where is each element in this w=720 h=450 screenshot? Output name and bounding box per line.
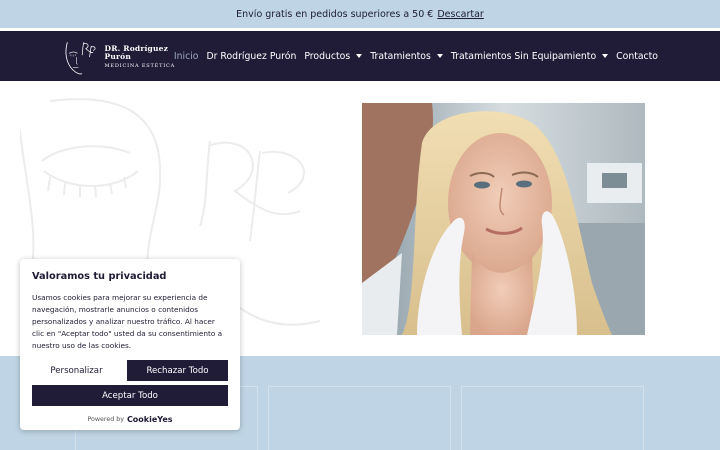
reject-all-button[interactable]: Rechazar Todo (127, 360, 228, 381)
nav-item-productos[interactable]: Productos (300, 51, 366, 62)
main-navigation: DR. Rodríguez Purón MEDICINA ESTÉTICA In… (0, 31, 720, 81)
nav-item-tratamientos-sin-equipamiento[interactable]: Tratamientos Sin Equipamiento (447, 51, 612, 62)
service-card (268, 386, 451, 450)
nav-item-label: Inicio (173, 50, 199, 62)
nav-item-inicio[interactable]: Inicio (170, 51, 203, 62)
face-logo-icon (65, 42, 96, 75)
announcement-bar: Envío gratis en pedidos superiores a 50 … (0, 0, 720, 28)
nav-menu: Inicio Dr Rodríguez Purón Productos Trat… (170, 31, 662, 81)
announcement-text: Envío gratis en pedidos superiores a 50 … (236, 8, 434, 20)
cookie-body: Usamos cookies para mejorar su experienc… (32, 293, 223, 350)
nav-item-label: Contacto (616, 50, 658, 62)
customize-button[interactable]: Personalizar (32, 360, 121, 381)
nav-item-label: Tratamientos (370, 50, 431, 62)
caret-down-icon (602, 54, 609, 58)
cookie-title: Valoramos tu privacidad (32, 271, 167, 282)
caret-down-icon (356, 54, 363, 58)
accept-all-button[interactable]: Aceptar Todo (32, 385, 228, 406)
service-card (461, 386, 644, 450)
caret-down-icon (436, 54, 443, 58)
nav-item-contacto[interactable]: Contacto (612, 51, 662, 62)
powered-by-label: Powered by (87, 416, 124, 423)
dismiss-link[interactable]: Descartar (437, 9, 484, 20)
nav-item-tratamientos[interactable]: Tratamientos (366, 51, 447, 62)
nav-item-label: Tratamientos Sin Equipamiento (450, 50, 597, 62)
nav-item-dr-rodriguez-puron[interactable]: Dr Rodríguez Purón (203, 51, 301, 62)
nav-item-label: Dr Rodríguez Purón (206, 50, 297, 62)
cookieyes-logo[interactable]: CookieYes (127, 415, 173, 424)
nav-item-label: Productos (304, 50, 351, 62)
cookie-consent-dialog: Valoramos tu privacidad Usamos cookies p… (20, 259, 240, 430)
hero-photo-woman-face (362, 103, 645, 335)
powered-by: Powered by CookieYes (32, 415, 228, 424)
